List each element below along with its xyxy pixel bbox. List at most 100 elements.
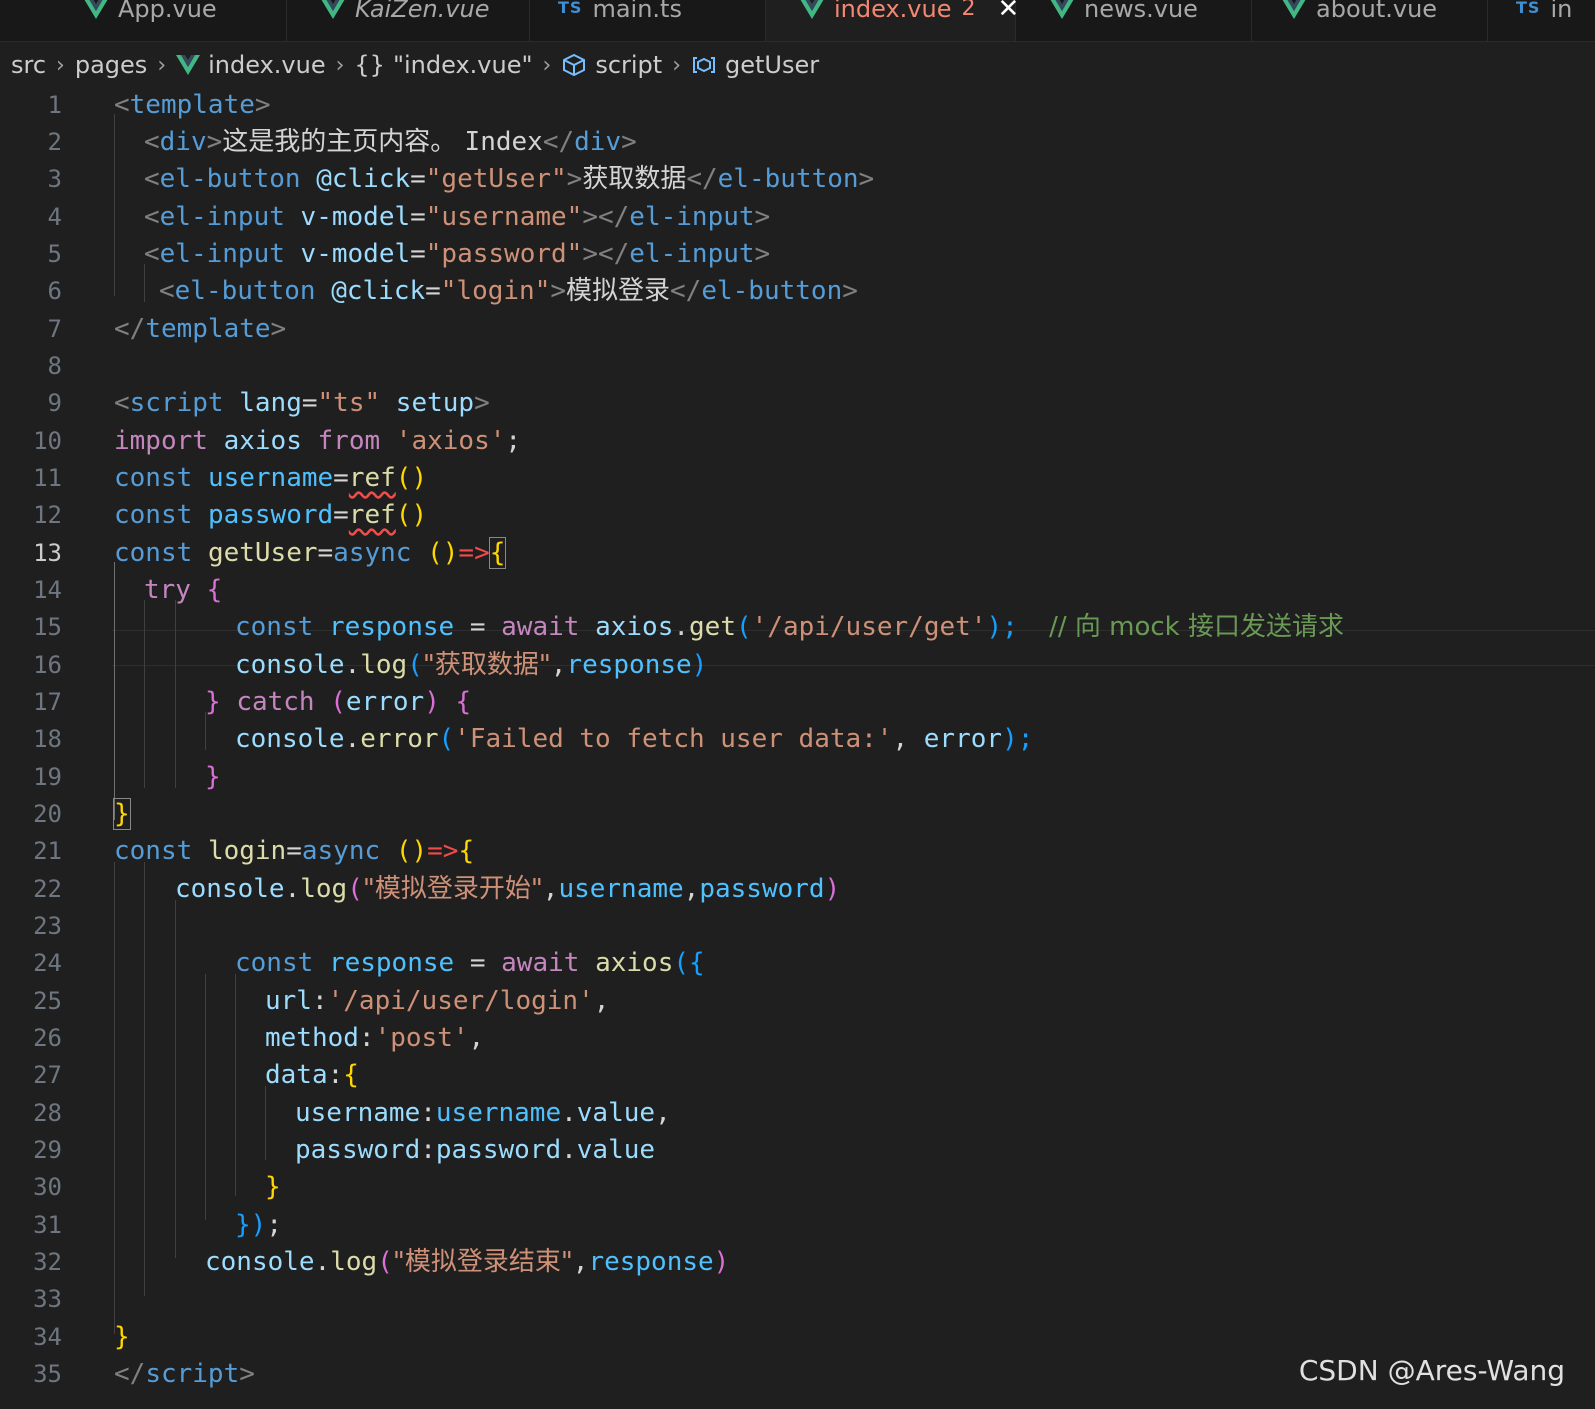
code-line[interactable]: 16 console.log("获取数据",response) [0,646,1595,684]
code-line[interactable]: 23 [0,907,1595,945]
token: await [501,948,580,978]
token: ) [411,500,428,530]
token: </ [114,1359,146,1389]
breadcrumb-module[interactable]: {} "index.vue" [354,51,532,79]
code-line[interactable]: 25 url:'/api/user/login', [0,982,1595,1020]
code-line[interactable]: 22 console.log("模拟登录开始",username,passwor… [0,870,1595,908]
code-line[interactable]: 4 <el-input v-model="username"></el-inpu… [0,198,1595,236]
code-line[interactable]: 2 <div>这是我的主页内容。 Index</div> [0,123,1595,161]
token: getUser [207,538,318,568]
code-line[interactable]: 28 username:username.value, [0,1094,1595,1132]
token: el-button [159,164,301,194]
code-line[interactable]: 8 [0,347,1595,385]
error-token[interactable]: ref [349,463,396,493]
token: > [254,90,271,120]
token: ( [438,724,455,754]
token: . [344,650,361,680]
breadcrumb-pages[interactable]: pages [75,51,147,79]
tab-main-ts[interactable]: TS main.ts [530,0,766,41]
token: login [207,836,287,866]
tab-ts-file[interactable]: TS in [1488,0,1595,41]
token: '/api/user/login' [327,986,594,1016]
breadcrumb-src[interactable]: src [11,51,46,79]
code-line[interactable]: 15 const response = await axios.get('/ap… [0,608,1595,646]
code-line[interactable]: 20 } [0,795,1595,833]
code-line-active[interactable]: 13 const getUser=async ()=>{ [0,534,1595,572]
token: : [327,1060,344,1090]
tab-about-vue[interactable]: about.vue [1252,0,1488,41]
code-line[interactable]: 21 const login=async ()=>{ [0,832,1595,870]
code-line[interactable]: 7 </template> [0,310,1595,348]
code-line[interactable]: 29 password:password.value [0,1131,1595,1169]
breadcrumb-script[interactable]: script [561,51,662,79]
code-line[interactable]: 30 } [0,1168,1595,1206]
code-line[interactable]: 31 }); [0,1206,1595,1244]
code-line[interactable]: 10 import axios from 'axios'; [0,422,1595,460]
variable-icon [693,57,716,73]
token: , [892,724,924,754]
code-line[interactable]: 18 console.error('Failed to fetch user d… [0,720,1595,758]
code-line[interactable]: 24 const response = await axios({ [0,944,1595,982]
token: log [360,650,408,680]
token: "login" [440,276,551,306]
token: "模拟登录结束" [392,1247,573,1277]
code-line[interactable]: 19 } [0,758,1595,796]
code-line[interactable]: 11 const username=ref() [0,459,1595,497]
token: div [159,127,207,157]
token: . [344,724,361,754]
token: => [458,538,490,568]
code-editor[interactable]: 1 <template> 2 <div>这是我的主页内容。 Index</div… [0,86,1595,1409]
line-number: 16 [33,651,62,679]
code-line[interactable]: 5 <el-input v-model="password"></el-inpu… [0,235,1595,273]
token: console [235,724,345,754]
line-number: 29 [33,1136,62,1164]
line-number: 5 [47,240,62,268]
line-number: 18 [33,725,62,753]
code-line[interactable]: 14 try { [0,571,1595,609]
code-line[interactable]: 6 <el-button @click="login">模拟登录</el-but… [0,272,1595,310]
tab-app-vue[interactable]: App.vue [0,0,287,41]
breadcrumb-symbol[interactable]: getUser [691,51,819,79]
line-number: 10 [33,427,62,455]
code-line[interactable]: 3 <el-button @click="getUser">获取数据</el-b… [0,160,1595,198]
token: el-button [174,276,316,306]
code-line[interactable]: 12 const password=ref() [0,496,1595,534]
line-number: 19 [33,763,62,791]
line-number: 4 [47,203,62,231]
code-line[interactable]: 9 <script lang="ts" setup> [0,384,1595,422]
code-line[interactable]: 34 } [0,1318,1595,1356]
token: > [754,202,771,232]
code-line[interactable]: 32 console.log("模拟登录结束",response) [0,1243,1595,1281]
code-line[interactable]: 27 data:{ [0,1056,1595,1094]
line-number: 13 [33,539,62,567]
error-token[interactable]: ref [349,500,396,530]
chevron-right-icon: › [157,52,167,78]
token: . [284,874,301,904]
token: el-button [717,164,859,194]
token: method [265,1023,359,1053]
token: { [689,948,705,978]
token: 获取数据 [582,164,687,194]
code-line[interactable]: 1 <template> [0,86,1595,124]
token: = [454,948,502,978]
tab-kaizen-vue[interactable]: KaiZen.vue [287,0,530,41]
tab-news-vue[interactable]: news.vue [1016,0,1252,41]
token: console [235,650,345,680]
code-line[interactable]: 26 method:'post', [0,1019,1595,1057]
token: password [699,874,825,904]
comment: // 向 mock 接口发送请求 [1049,612,1344,642]
token: </ [670,276,702,306]
tab-index-vue[interactable]: index.vue 2 ✕ [766,0,1019,41]
token: const [114,836,193,866]
token: "ts" [317,388,381,418]
token: ></ [582,202,630,232]
breadcrumb-file[interactable]: index.vue [176,51,326,79]
code-line[interactable]: 17 } catch (error) { [0,683,1595,721]
code-line[interactable]: 33 [0,1280,1595,1318]
token: axios [223,426,302,456]
token: console [175,874,285,904]
